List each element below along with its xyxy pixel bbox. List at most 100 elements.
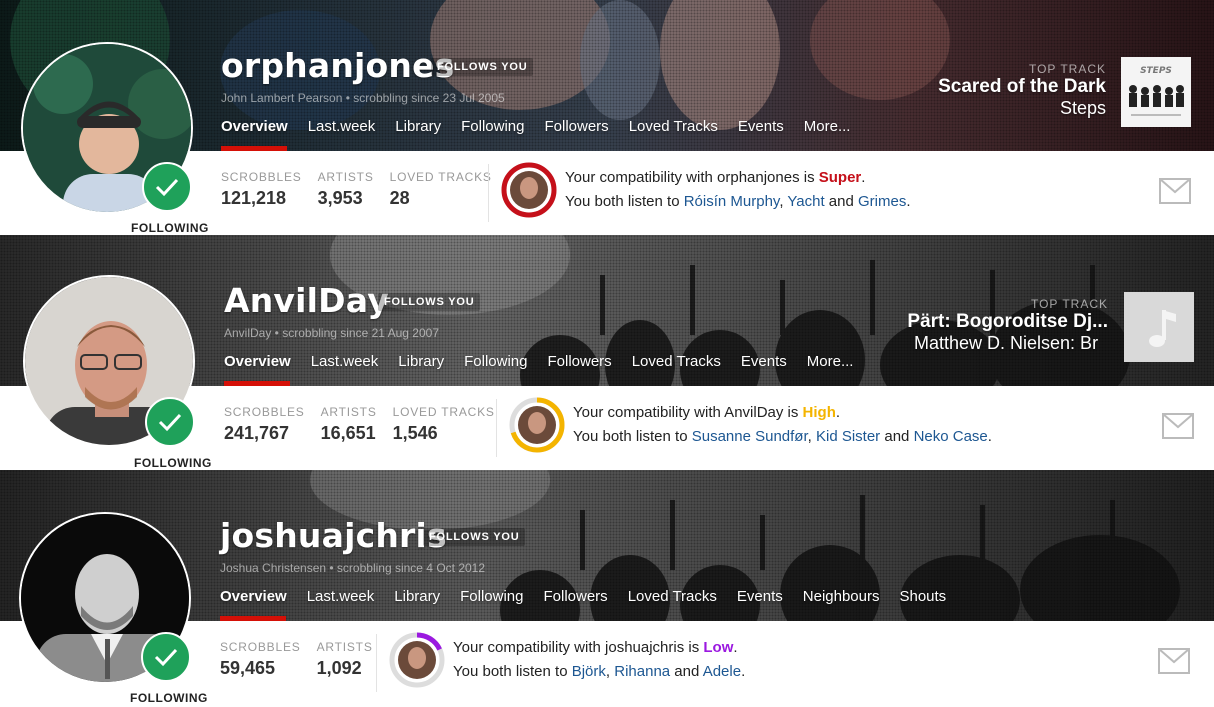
- tab-loved-tracks[interactable]: Loved Tracks: [628, 588, 717, 605]
- compat-level: High: [802, 404, 836, 421]
- tab-shouts[interactable]: Shouts: [899, 588, 946, 605]
- listen-prefix: You both listen to: [565, 193, 684, 210]
- check-icon: [158, 413, 182, 432]
- tab-more[interactable]: More...: [807, 353, 854, 370]
- cover-logo-text: STEPS: [1140, 66, 1172, 76]
- compat-prefix: Your compatibility with orphanjones is: [565, 169, 819, 186]
- tab-followers[interactable]: Followers: [544, 588, 608, 605]
- tab-overview[interactable]: Overview: [221, 118, 288, 135]
- my-avatar-face: [528, 412, 546, 434]
- tab-last-week[interactable]: Last.week: [308, 118, 376, 135]
- tab-overview[interactable]: Overview: [224, 353, 291, 370]
- tab-events[interactable]: Events: [741, 353, 787, 370]
- shared-artist-link[interactable]: Susanne Sundfør: [692, 428, 808, 445]
- following-check-button[interactable]: [145, 397, 195, 447]
- stat-scrobbles[interactable]: SCROBBLES 241,767: [224, 405, 305, 444]
- top-track-cover-placeholder[interactable]: [1124, 292, 1194, 362]
- tab-neighbours[interactable]: Neighbours: [803, 588, 880, 605]
- profile-nav: Overview Last.week Library Following Fol…: [220, 588, 946, 605]
- tab-library[interactable]: Library: [398, 353, 444, 370]
- stat-artists[interactable]: ARTISTS 3,953: [318, 170, 374, 209]
- top-track-artist[interactable]: Steps: [846, 98, 1106, 119]
- tab-following[interactable]: Following: [461, 118, 524, 135]
- stats: SCROBBLES 241,767 ARTISTS 16,651 LOVED TRA…: [224, 405, 495, 444]
- divider: [496, 399, 497, 457]
- mail-icon[interactable]: [1162, 413, 1194, 439]
- stat-loved-tracks[interactable]: LOVED TRACKS 28: [390, 170, 492, 209]
- shared-artist-link[interactable]: Kid Sister: [816, 428, 880, 445]
- tab-overview[interactable]: Overview: [220, 588, 287, 605]
- compatibility-line: Your compatibility with AnvilDay is High…: [573, 401, 992, 425]
- top-track-name[interactable]: Pärt: Bogoroditse Dj...: [890, 311, 1108, 333]
- user-card: orphanjones FOLLOWS YOU John Lambert Pea…: [0, 0, 1214, 235]
- stat-scrobbles[interactable]: SCROBBLES 59,465: [220, 640, 301, 679]
- active-tab-indicator: [220, 616, 286, 621]
- following-check-button[interactable]: [141, 632, 191, 682]
- compatibility-ring: [509, 397, 565, 453]
- tab-loved-tracks[interactable]: Loved Tracks: [629, 118, 718, 135]
- stat-scrobbles[interactable]: SCROBBLES 121,218: [221, 170, 302, 209]
- shared-artist-link[interactable]: Grimes: [858, 193, 906, 210]
- compatibility-line: Your compatibility with orphanjones is S…: [565, 166, 911, 190]
- tab-followers[interactable]: Followers: [545, 118, 609, 135]
- period: .: [906, 193, 911, 210]
- listen-prefix: You both listen to: [573, 428, 692, 445]
- stat-artists[interactable]: ARTISTS 1,092: [317, 640, 373, 679]
- mail-icon[interactable]: [1159, 178, 1191, 204]
- compatibility-line: Your compatibility with joshuajchris is …: [453, 636, 745, 660]
- tab-last-week[interactable]: Last.week: [307, 588, 375, 605]
- profile-nav: Overview Last.week Library Following Fol…: [224, 353, 853, 370]
- period: .: [741, 663, 746, 680]
- user-subline: Joshua Christensen • scrobbling since 4 …: [220, 561, 486, 575]
- stat-value: 1,092: [316, 658, 362, 678]
- compat-level: Super: [818, 169, 862, 186]
- mail-icon[interactable]: [1158, 648, 1190, 674]
- stat-label: ARTISTS: [317, 170, 374, 184]
- shared-artist-link[interactable]: Neko Case: [914, 428, 988, 445]
- top-track: TOP TRACK Scared of the Dark Steps: [846, 62, 1106, 119]
- tab-events[interactable]: Events: [737, 588, 783, 605]
- and-text: and: [670, 663, 703, 680]
- top-track-artist[interactable]: Matthew D. Nielsen: Br: [890, 333, 1108, 354]
- shared-artist-link[interactable]: Róisín Murphy: [684, 193, 780, 210]
- tab-loved-tracks[interactable]: Loved Tracks: [632, 353, 721, 370]
- stat-label: ARTISTS: [316, 640, 373, 654]
- follows-you-badge: FOLLOWS YOU: [423, 528, 526, 546]
- shared-artist-link[interactable]: Adele: [703, 663, 741, 680]
- stat-label: LOVED TRACKS: [392, 405, 495, 419]
- stat-artists[interactable]: ARTISTS 16,651: [321, 405, 377, 444]
- compatibility-text: Your compatibility with AnvilDay is High…: [573, 401, 992, 449]
- top-track-cover[interactable]: STEPS: [1121, 57, 1191, 127]
- user-subline: John Lambert Pearson • scrobbling since …: [221, 91, 505, 105]
- compat-level: Low: [703, 639, 734, 656]
- stat-label: SCROBBLES: [220, 640, 301, 654]
- divider: [488, 164, 489, 222]
- tab-events[interactable]: Events: [738, 118, 784, 135]
- tab-following[interactable]: Following: [460, 588, 523, 605]
- tab-library[interactable]: Library: [394, 588, 440, 605]
- compat-period: .: [835, 404, 841, 421]
- username[interactable]: joshuajchris: [220, 516, 447, 555]
- stat-label: ARTISTS: [320, 405, 377, 419]
- shared-artist-link[interactable]: Yacht: [787, 193, 824, 210]
- compatibility-ring: [389, 632, 445, 688]
- tab-library[interactable]: Library: [395, 118, 441, 135]
- shared-artist-link[interactable]: Rihanna: [614, 663, 670, 680]
- stat-loved-tracks[interactable]: LOVED TRACKS 1,546: [393, 405, 495, 444]
- username[interactable]: AnvilDay: [224, 281, 389, 320]
- top-track: TOP TRACK Pärt: Bogoroditse Dj... Matthe…: [890, 297, 1108, 354]
- active-tab-indicator: [224, 381, 290, 386]
- shared-artist-link[interactable]: Björk: [572, 663, 606, 680]
- tab-last-week[interactable]: Last.week: [311, 353, 379, 370]
- tab-followers[interactable]: Followers: [548, 353, 612, 370]
- active-tab-indicator: [221, 146, 287, 151]
- stat-label: SCROBBLES: [221, 170, 302, 184]
- top-track-label: TOP TRACK: [1030, 297, 1108, 311]
- following-check-button[interactable]: [142, 162, 192, 212]
- tab-following[interactable]: Following: [464, 353, 527, 370]
- my-avatar-face: [408, 647, 426, 669]
- profile-nav: Overview Last.week Library Following Fol…: [221, 118, 850, 135]
- top-track-name[interactable]: Scared of the Dark: [846, 76, 1106, 98]
- username[interactable]: orphanjones: [221, 46, 455, 85]
- tab-more[interactable]: More...: [804, 118, 851, 135]
